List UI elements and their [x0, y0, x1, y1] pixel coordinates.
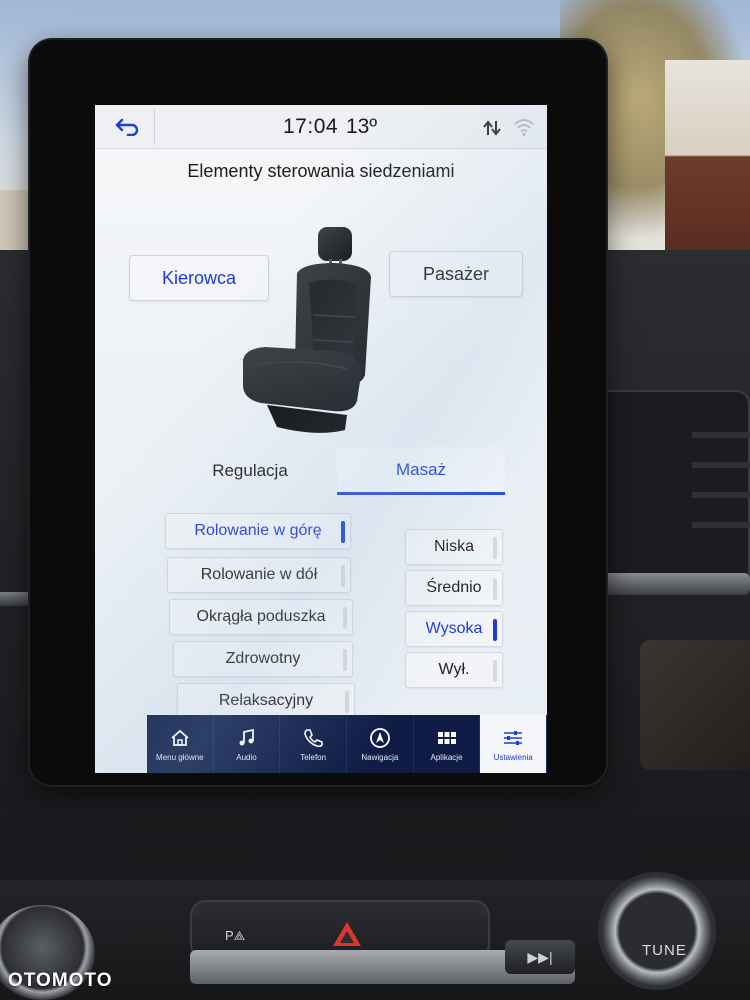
tab-masaz[interactable]: Masaż: [337, 447, 505, 495]
intensity-medium[interactable]: Średnio: [405, 570, 503, 606]
massage-program-relaxing[interactable]: Relaksacyjny: [177, 683, 355, 719]
massage-program-label: Rolowanie w górę: [194, 522, 322, 539]
intensity-label: Wysoka: [425, 620, 483, 637]
trim-right: [590, 573, 750, 595]
dash-panel-right: [640, 640, 750, 770]
page-title: Elementy sterowania siedzeniami: [187, 161, 455, 181]
nav-label: Audio: [236, 752, 257, 762]
phone-icon: [304, 728, 323, 747]
nav-ustawienia[interactable]: Ustawienia: [480, 715, 547, 773]
nav-label: Aplikacje: [430, 752, 463, 762]
nav-telefon[interactable]: Telefon: [280, 715, 348, 773]
skip-forward-button[interactable]: ▶▶|: [505, 940, 575, 974]
massage-program-healthy[interactable]: Zdrowotny: [173, 641, 353, 677]
massage-program-label: Okrągła poduszka: [196, 608, 326, 625]
massage-program-label: Relaksacyjny: [218, 692, 314, 709]
intensity-high[interactable]: Wysoka: [405, 611, 503, 647]
home-icon: [171, 729, 189, 746]
massage-program-roll-up[interactable]: Rolowanie w górę: [165, 513, 351, 549]
skip-forward-icon: ▶▶|: [527, 948, 553, 965]
back-button[interactable]: [99, 109, 155, 145]
hazard-icon-inner: [340, 931, 354, 943]
tab-regulacja[interactable]: Regulacja: [163, 447, 337, 495]
intensity-off[interactable]: Wył.: [405, 652, 503, 688]
apps-icon: [437, 731, 456, 744]
outside-temperature: 13º: [346, 115, 378, 138]
navigation-icon: [369, 727, 390, 748]
tune-label: TUNE: [642, 942, 687, 959]
back-arrow-icon: [115, 118, 138, 136]
nav-menu-glowne[interactable]: Menu główne: [147, 715, 214, 773]
seat-illustration: [242, 227, 371, 433]
house-background: [665, 60, 750, 250]
infotainment-screen: 17:04 13º Elementy sterowania siedzeniam…: [95, 105, 547, 773]
sync-arrows-icon: [483, 120, 501, 136]
intensity-label: Średnio: [426, 579, 482, 596]
massage-program-label: Rolowanie w dół: [200, 566, 318, 583]
music-icon: [239, 728, 254, 745]
intensity-low[interactable]: Niska: [405, 529, 503, 565]
massage-program-round-cushion[interactable]: Okrągła poduszka: [169, 599, 353, 635]
nav-label: Menu główne: [156, 752, 204, 762]
watermark-logo: OTOMOTO: [8, 970, 113, 991]
tune-knob[interactable]: [598, 872, 716, 990]
bottom-nav-bar: Menu główne Audio Telefon Nawigacja Apli…: [147, 715, 547, 773]
nav-label: Telefon: [300, 752, 327, 762]
nav-label: Nawigacja: [361, 752, 399, 762]
passenger-seat-button[interactable]: Pasażer: [389, 251, 523, 297]
nav-aplikacje[interactable]: Aplikacje: [414, 715, 481, 773]
air-vent-right[interactable]: [595, 390, 750, 590]
intensity-label: Niska: [433, 538, 474, 555]
intensity-label: Wył.: [438, 661, 470, 678]
parking-assist-button[interactable]: P⟁: [225, 928, 245, 944]
massage-program-label: Zdrowotny: [225, 650, 301, 667]
wifi-icon: [514, 119, 534, 137]
settings-sliders-icon: [504, 730, 523, 745]
nav-audio[interactable]: Audio: [214, 715, 281, 773]
massage-program-roll-down[interactable]: Rolowanie w dół: [167, 557, 351, 593]
clock: 17:04: [283, 115, 339, 138]
status-bar: 17:04 13º: [95, 105, 547, 149]
nav-label: Ustawienia: [493, 752, 533, 762]
seat-tabs: Regulacja Masaż: [163, 447, 507, 495]
nav-nawigacja[interactable]: Nawigacja: [347, 715, 414, 773]
